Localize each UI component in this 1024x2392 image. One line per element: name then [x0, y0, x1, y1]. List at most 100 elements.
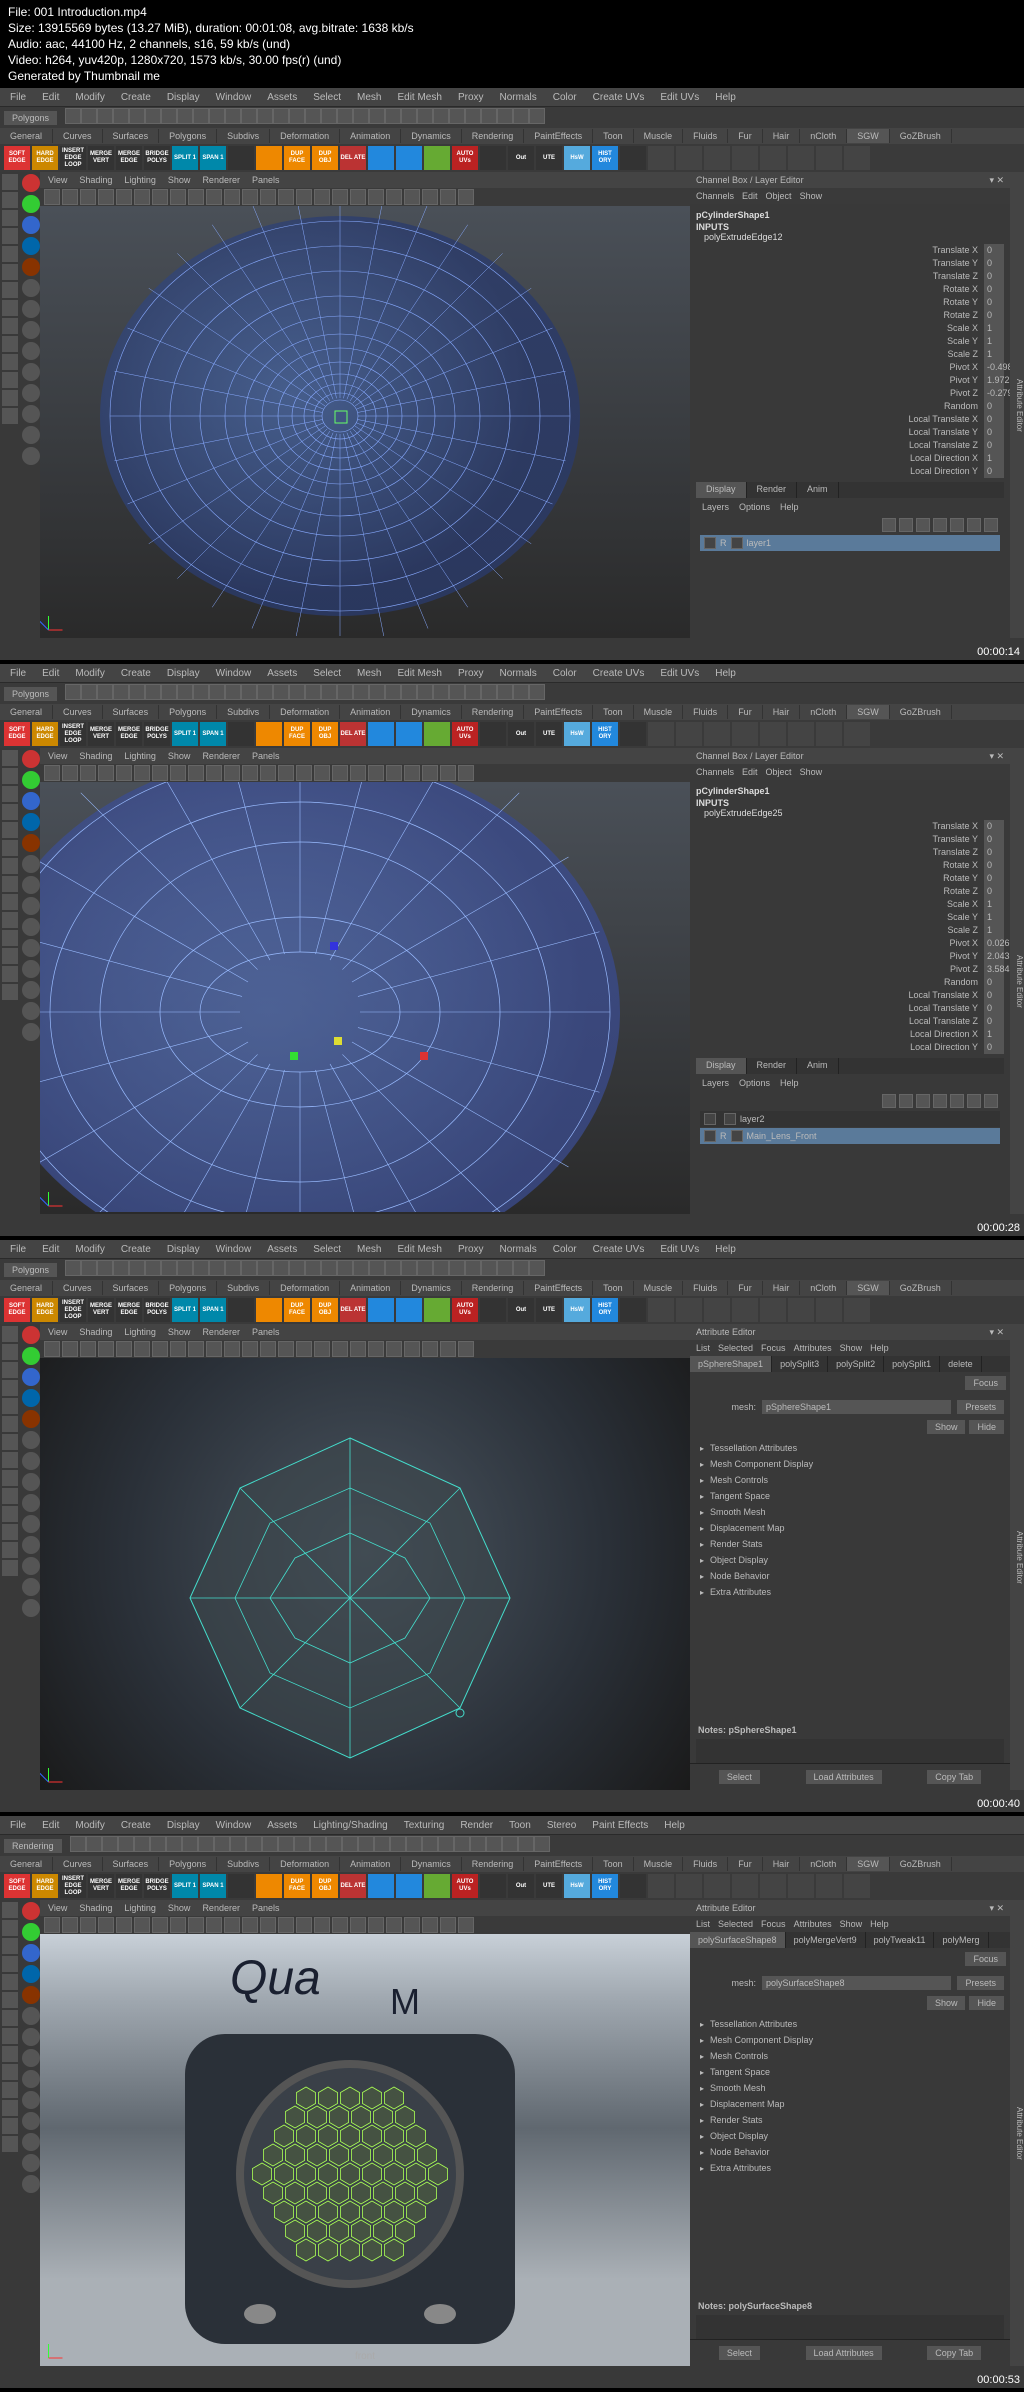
- shelf-icon[interactable]: DEL ATE: [340, 146, 366, 170]
- toolbar-icon[interactable]: [145, 684, 161, 700]
- outliner-icon[interactable]: [22, 1452, 40, 1470]
- tab-edit[interactable]: Edit: [742, 767, 758, 777]
- toolbar-icon[interactable]: [386, 1917, 402, 1933]
- menu-create[interactable]: Create: [115, 1818, 157, 1833]
- tab-object[interactable]: Object: [766, 767, 792, 777]
- shelf-icon[interactable]: [788, 1874, 814, 1898]
- shelf-icon[interactable]: [424, 722, 450, 746]
- toolbar-icon[interactable]: [80, 1341, 96, 1357]
- tool-icon[interactable]: [2, 894, 18, 910]
- tab-edit[interactable]: Edit: [742, 191, 758, 201]
- outliner-icon[interactable]: [22, 1431, 40, 1449]
- toolbar-icon[interactable]: [224, 189, 240, 205]
- toolbar-icon[interactable]: [44, 1341, 60, 1357]
- toolbar-icon[interactable]: [102, 1836, 118, 1852]
- menu-modify[interactable]: Modify: [69, 1818, 110, 1833]
- tool-icon[interactable]: [2, 1398, 18, 1414]
- tool-icon[interactable]: [2, 1434, 18, 1450]
- menu-shading[interactable]: Shading: [75, 750, 116, 762]
- shelf-tab-animation[interactable]: Animation: [340, 705, 401, 719]
- shelf-icon[interactable]: HIST ORY: [592, 1874, 618, 1898]
- toolbar-icon[interactable]: [161, 108, 177, 124]
- shelf-tab-gozbrush[interactable]: GoZBrush: [890, 129, 952, 143]
- outliner-icon[interactable]: [22, 1494, 40, 1512]
- shelf-icon[interactable]: DUP FACE: [284, 1298, 310, 1322]
- tab-polysplit2[interactable]: polySplit2: [828, 1356, 884, 1372]
- menu-panels[interactable]: Panels: [248, 750, 284, 762]
- menu-show[interactable]: Show: [164, 1902, 195, 1914]
- toolbar-icon[interactable]: [440, 189, 456, 205]
- toolbar-icon[interactable]: [177, 684, 193, 700]
- layer-icon[interactable]: [882, 1094, 896, 1108]
- shelf-icon[interactable]: BRIDGE POLYS: [144, 722, 170, 746]
- toolbar-icon[interactable]: [170, 765, 186, 781]
- tab-help[interactable]: Help: [780, 502, 799, 512]
- tool-icon[interactable]: [2, 1974, 18, 1990]
- toolbar-icon[interactable]: [314, 765, 330, 781]
- tool-icon[interactable]: [2, 930, 18, 946]
- tool-icon[interactable]: [2, 750, 18, 766]
- menu-edit[interactable]: Edit: [36, 1242, 65, 1257]
- toolbar-icon[interactable]: [386, 1341, 402, 1357]
- toolbar-icon[interactable]: [70, 1836, 86, 1852]
- toolbar-icon[interactable]: [458, 1917, 474, 1933]
- shelf-tab-fluids[interactable]: Fluids: [683, 705, 728, 719]
- tool-icon[interactable]: [2, 912, 18, 928]
- toolbar-icon[interactable]: [314, 189, 330, 205]
- shelf-icon[interactable]: [368, 1298, 394, 1322]
- toolbar-icon[interactable]: [321, 684, 337, 700]
- tab-render[interactable]: Render: [747, 1058, 798, 1074]
- menu-display[interactable]: Display: [161, 666, 206, 681]
- toolbar-icon[interactable]: [486, 1836, 502, 1852]
- shelf-tab-painteffects[interactable]: PaintEffects: [524, 1857, 593, 1871]
- toolbar-icon[interactable]: [260, 189, 276, 205]
- shelf-tab-hair[interactable]: Hair: [763, 1281, 801, 1295]
- shelf-tab-surfaces[interactable]: Surfaces: [103, 705, 160, 719]
- shelf-icon[interactable]: HsW: [564, 1874, 590, 1898]
- toolbar-icon[interactable]: [305, 108, 321, 124]
- menu-toon[interactable]: Toon: [503, 1818, 537, 1833]
- outliner-icon[interactable]: [22, 2049, 40, 2067]
- shelf-tab-hair[interactable]: Hair: [763, 705, 801, 719]
- menu-normals[interactable]: Normals: [494, 90, 543, 105]
- outliner-icon[interactable]: [22, 813, 40, 831]
- toolbar-icon[interactable]: [449, 1260, 465, 1276]
- shelf-icon[interactable]: [620, 1298, 646, 1322]
- toolbar-icon[interactable]: [80, 1917, 96, 1933]
- toolbar-icon[interactable]: [273, 108, 289, 124]
- toolbar-icon[interactable]: [518, 1836, 534, 1852]
- menu-normals[interactable]: Normals: [494, 1242, 543, 1257]
- tool-icon[interactable]: [2, 2136, 18, 2152]
- toolbar-icon[interactable]: [224, 765, 240, 781]
- toolbar-icon[interactable]: [65, 684, 81, 700]
- toolbar-icon[interactable]: [305, 684, 321, 700]
- toolbar-icon[interactable]: [118, 1836, 134, 1852]
- shelf-icon[interactable]: HIST ORY: [592, 722, 618, 746]
- toolbar-icon[interactable]: [289, 1260, 305, 1276]
- menu-lighting[interactable]: Lighting: [120, 1326, 160, 1338]
- toolbar-icon[interactable]: [224, 1917, 240, 1933]
- menu-modify[interactable]: Modify: [69, 90, 110, 105]
- shelf-tab-gozbrush[interactable]: GoZBrush: [890, 705, 952, 719]
- outliner-icon[interactable]: [22, 855, 40, 873]
- mesh-name-field[interactable]: polySurfaceShape8: [762, 1976, 951, 1990]
- outliner-icon[interactable]: [22, 258, 40, 276]
- toolbar-icon[interactable]: [481, 1260, 497, 1276]
- menu-display[interactable]: Display: [161, 90, 206, 105]
- viewport-canvas[interactable]: [40, 782, 690, 1214]
- toolbar-icon[interactable]: [401, 684, 417, 700]
- toolbar-icon[interactable]: [385, 108, 401, 124]
- tool-icon[interactable]: [2, 2064, 18, 2080]
- shelf-icon[interactable]: [480, 1874, 506, 1898]
- shelf-icon[interactable]: [704, 722, 730, 746]
- toolbar-icon[interactable]: [534, 1836, 550, 1852]
- toolbar-icon[interactable]: [296, 765, 312, 781]
- tool-icon[interactable]: [2, 1506, 18, 1522]
- shelf-icon[interactable]: INSERT EDGE LOOP: [60, 146, 86, 170]
- menu-proxy[interactable]: Proxy: [452, 90, 490, 105]
- layer-icon[interactable]: [899, 1094, 913, 1108]
- menu-display[interactable]: Display: [161, 1242, 206, 1257]
- toolbar-icon[interactable]: [458, 189, 474, 205]
- tab-render[interactable]: Render: [747, 482, 798, 498]
- menu-mesh[interactable]: Mesh: [351, 1242, 387, 1257]
